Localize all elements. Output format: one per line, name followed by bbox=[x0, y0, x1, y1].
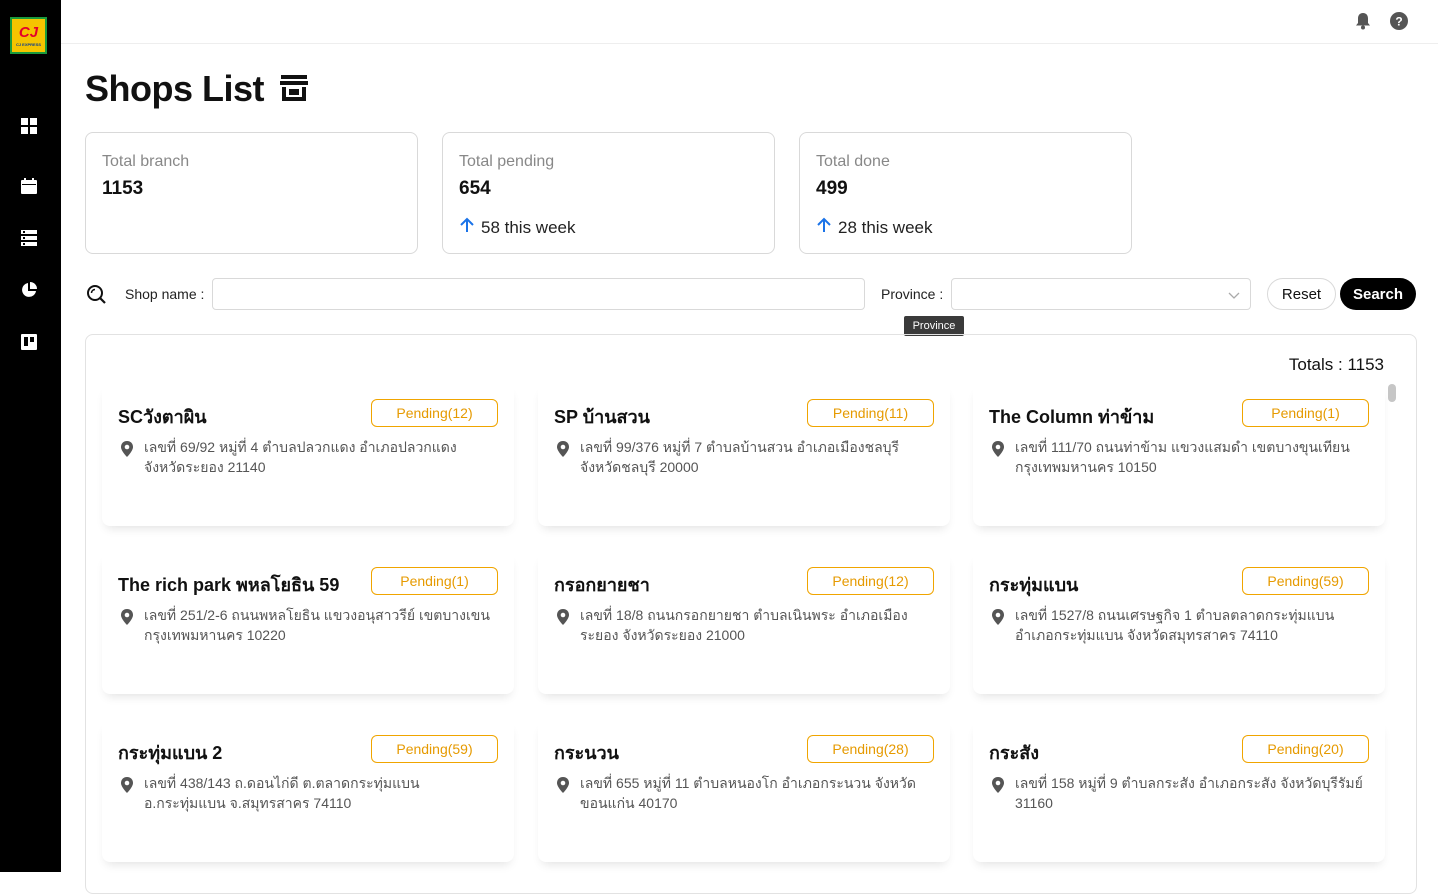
province-select[interactable] bbox=[951, 278, 1251, 310]
shop-name: SP บ้านสวน bbox=[554, 407, 650, 427]
list-scrollbar[interactable] bbox=[1388, 384, 1396, 402]
stat-trend-text: 28 this week bbox=[838, 217, 933, 237]
stat-trend-text: 58 this week bbox=[481, 217, 576, 237]
brand-logo[interactable]: CJ CJ EXPRESS bbox=[10, 17, 47, 54]
shop-address: เลขที่ 1527/8 ถนนเศรษฐกิจ 1 ตำบลตลาดกระท… bbox=[1015, 607, 1335, 643]
logo-mark: CJ bbox=[18, 23, 39, 41]
help-icon[interactable]: ? bbox=[1389, 11, 1409, 31]
list-icon[interactable] bbox=[20, 229, 38, 247]
shop-card[interactable]: SCวังตาผิน Pending(12) เลขที่ 69/92 หมู่… bbox=[102, 384, 514, 526]
search-icon bbox=[86, 278, 108, 310]
stat-value: 654 bbox=[459, 178, 491, 199]
search-button[interactable]: Search bbox=[1340, 278, 1416, 310]
shop-card[interactable]: SP บ้านสวน Pending(11) เลขที่ 99/376 หมู… bbox=[538, 384, 950, 526]
arrow-up-icon bbox=[816, 217, 832, 238]
reset-button[interactable]: Reset bbox=[1267, 278, 1336, 310]
shop-name: กระทุ่มแบน bbox=[989, 575, 1079, 595]
shop-card[interactable]: กระทุ่มแบน Pending(59) เลขที่ 1527/8 ถนน… bbox=[973, 552, 1385, 694]
status-badge: Pending(59) bbox=[1242, 567, 1369, 595]
top-bar: ? bbox=[61, 0, 1438, 44]
shop-name: SCวังตาผิน bbox=[118, 407, 207, 427]
status-badge: Pending(20) bbox=[1242, 735, 1369, 763]
stat-value: 499 bbox=[816, 178, 848, 199]
status-badge: Pending(12) bbox=[807, 567, 934, 595]
location-pin-icon bbox=[556, 777, 570, 793]
stat-value: 1153 bbox=[102, 178, 144, 199]
shop-address: เลขที่ 69/92 หมู่ที่ 4 ตำบลปลวกแดง อำเภอ… bbox=[144, 439, 457, 475]
shop-card[interactable]: กระทุ่มแบน 2 Pending(59) เลขที่ 438/143 … bbox=[102, 720, 514, 862]
arrow-up-icon bbox=[459, 217, 475, 238]
shop-name: The Column ท่าข้าม bbox=[989, 407, 1155, 427]
bell-icon[interactable] bbox=[1353, 11, 1373, 31]
location-pin-icon bbox=[120, 777, 134, 793]
shop-name: กรอกยายชา bbox=[554, 575, 650, 595]
stat-total-done: Total done 499 28 this week bbox=[799, 132, 1132, 254]
shop-address: เลขที่ 158 หมู่ที่ 9 ตำบลกระสัง อำเภอกระ… bbox=[1015, 775, 1363, 811]
stat-total-pending: Total pending 654 58 this week bbox=[442, 132, 775, 254]
province-tooltip: Province bbox=[904, 316, 964, 336]
province-label: Province : bbox=[881, 286, 944, 302]
location-pin-icon bbox=[991, 777, 1005, 793]
dashboard-icon[interactable] bbox=[20, 117, 38, 135]
shop-name: กระนวน bbox=[554, 743, 619, 763]
svg-text:?: ? bbox=[1395, 15, 1402, 29]
calendar-icon[interactable] bbox=[20, 177, 38, 195]
shop-address: เลขที่ 655 หมู่ที่ 11 ตำบลหนองโก อำเภอกร… bbox=[580, 775, 916, 811]
shop-icon bbox=[278, 72, 310, 104]
status-badge: Pending(1) bbox=[1242, 399, 1369, 427]
location-pin-icon bbox=[120, 609, 134, 625]
stat-trend: 58 this week bbox=[459, 217, 576, 238]
status-badge: Pending(1) bbox=[371, 567, 498, 595]
shop-address: เลขที่ 438/143 ถ.ดอนไก่ดี ต.ตลาดกระทุ่มแ… bbox=[144, 775, 420, 811]
stat-label: Total pending bbox=[459, 153, 555, 170]
stat-total-branch: Total branch 1153 bbox=[85, 132, 418, 254]
totals-count: Totals : 1153 bbox=[1288, 355, 1384, 374]
shop-name-label: Shop name : bbox=[125, 286, 205, 302]
location-pin-icon bbox=[991, 441, 1005, 457]
status-badge: Pending(11) bbox=[807, 399, 934, 427]
board-icon[interactable] bbox=[20, 333, 38, 351]
stat-trend: 28 this week bbox=[816, 217, 933, 238]
shop-address: เลขที่ 99/376 หมู่ที่ 7 ตำบลบ้านสวน อำเภ… bbox=[580, 439, 900, 475]
shop-address: เลขที่ 18/8 ถนนกรอกยายชา ตำบลเนินพระ อำเ… bbox=[580, 607, 908, 643]
shop-name: The rich park พหลโยธิน 59 bbox=[118, 575, 340, 595]
sidebar: CJ CJ EXPRESS bbox=[0, 0, 61, 872]
shop-name-input[interactable] bbox=[212, 278, 865, 310]
shop-card[interactable]: กระสัง Pending(20) เลขที่ 158 หมู่ที่ 9 … bbox=[973, 720, 1385, 862]
shop-card[interactable]: The rich park พหลโยธิน 59 Pending(1) เลข… bbox=[102, 552, 514, 694]
status-badge: Pending(59) bbox=[371, 735, 498, 763]
status-badge: Pending(12) bbox=[371, 399, 498, 427]
shop-card[interactable]: กรอกยายชา Pending(12) เลขที่ 18/8 ถนนกรอ… bbox=[538, 552, 950, 694]
shop-card[interactable]: กระนวน Pending(28) เลขที่ 655 หมู่ที่ 11… bbox=[538, 720, 950, 862]
pie-chart-icon[interactable] bbox=[20, 281, 38, 299]
shop-address: เลขที่ 251/2-6 ถนนพหลโยธิน แขวงอนุสาวรีย… bbox=[144, 607, 490, 643]
location-pin-icon bbox=[556, 441, 570, 457]
shop-card[interactable]: The Column ท่าข้าม Pending(1) เลขที่ 111… bbox=[973, 384, 1385, 526]
page-title: Shops List bbox=[85, 68, 265, 109]
shop-name: กระทุ่มแบน 2 bbox=[118, 743, 223, 763]
location-pin-icon bbox=[556, 609, 570, 625]
status-badge: Pending(28) bbox=[807, 735, 934, 763]
shop-address: เลขที่ 111/70 ถนนท่าข้าม แขวงแสมดำ เขตบา… bbox=[1015, 439, 1350, 475]
location-pin-icon bbox=[991, 609, 1005, 625]
logo-subtext: CJ EXPRESS bbox=[15, 41, 42, 47]
location-pin-icon bbox=[120, 441, 134, 457]
stat-label: Total done bbox=[816, 153, 890, 170]
shop-name: กระสัง bbox=[989, 743, 1040, 763]
stat-label: Total branch bbox=[102, 153, 190, 170]
chevron-down-icon bbox=[1228, 288, 1240, 306]
